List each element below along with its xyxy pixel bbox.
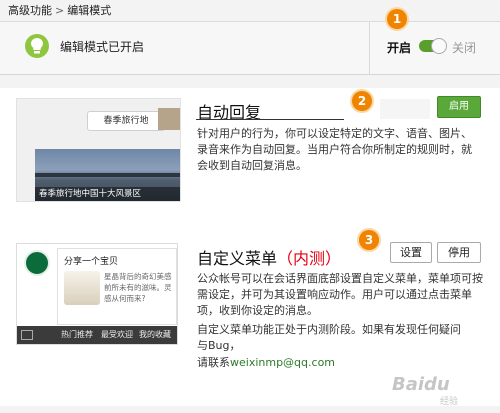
preview-menu-item: 我的收藏 bbox=[139, 330, 171, 339]
watermark-logo: Baidu bbox=[392, 374, 450, 395]
toggle-on-label[interactable]: 开启 bbox=[387, 39, 411, 56]
input-placeholder-box bbox=[380, 99, 430, 119]
custom-menu-description: 公众帐号可以在会话界面底部设置自定义菜单，菜单项可按需设定，并可为其设置响应动作… bbox=[197, 272, 483, 317]
breadcrumb-separator: > bbox=[55, 4, 65, 17]
toggle-knob[interactable] bbox=[431, 38, 447, 54]
preview-message-bubble: 春季旅行地 bbox=[87, 111, 165, 131]
watermark-subtitle: 经验 bbox=[440, 397, 459, 407]
avatar bbox=[158, 108, 180, 130]
lightbulb-icon bbox=[25, 34, 49, 58]
coffee-cup-image bbox=[64, 271, 100, 305]
preview-menu-bar: 热门推荐 最受欢迎 我的收藏 bbox=[17, 326, 177, 344]
photo-horizon bbox=[35, 173, 180, 177]
preview-photo: 春季旅行地中国十大风景区 bbox=[35, 149, 180, 201]
enable-button[interactable]: 启用 bbox=[437, 96, 481, 118]
auto-reply-description: 针对用户的行为，你可以设定特定的文字、语音、图片、录音来作为自动回复。当用户符合… bbox=[197, 127, 472, 172]
custom-menu-beta-note: 自定义菜单功能正处于内测阶段。如果有发现任何疑问与Bug， bbox=[197, 323, 461, 352]
preview-photo-caption: 春季旅行地中国十大风景区 bbox=[35, 187, 180, 201]
step-badge-1: 1 bbox=[387, 9, 407, 29]
step-badge-2: 2 bbox=[352, 91, 372, 111]
title-underline bbox=[196, 119, 344, 120]
contact-prefix: 请联系 bbox=[197, 356, 230, 369]
step-badge-3: 3 bbox=[359, 230, 379, 250]
preview-card-title: 分享一个宝贝 bbox=[64, 257, 119, 267]
custom-menu-preview: 分享一个宝贝 星晶背后的奇幻美感前所未有的滋味。灵感从何而来? 热门推荐 最受欢… bbox=[16, 243, 178, 345]
settings-button[interactable]: 设置 bbox=[390, 242, 432, 263]
beta-note: （内测） bbox=[277, 249, 342, 268]
disable-button[interactable]: 停用 bbox=[437, 242, 481, 263]
contact-line: 请联系weixinmp@qq.com bbox=[197, 355, 467, 371]
starbucks-logo bbox=[24, 250, 50, 276]
auto-reply-preview: 春季旅行地 春季旅行地中国十大风景区 bbox=[16, 98, 181, 202]
breadcrumb-parent-link[interactable]: 高级功能 bbox=[8, 4, 52, 17]
custom-menu-title: 自定义菜单（内测） bbox=[197, 245, 341, 269]
keyboard-icon bbox=[21, 330, 33, 340]
contact-email-link[interactable]: weixinmp@qq.com bbox=[230, 356, 335, 369]
preview-card-text: 星晶背后的奇幻美感前所未有的滋味。灵感从何而来? bbox=[104, 272, 172, 303]
preview-article-card: 分享一个宝贝 星晶背后的奇幻美感前所未有的滋味。灵感从何而来? bbox=[57, 248, 177, 325]
breadcrumb-current: 编辑模式 bbox=[67, 4, 112, 17]
divider bbox=[369, 22, 370, 74]
edit-mode-toggle[interactable] bbox=[419, 38, 447, 54]
breadcrumb: 高级功能 > 编辑模式 bbox=[0, 0, 500, 22]
toggle-off-label[interactable]: 关闭 bbox=[452, 39, 476, 56]
edit-mode-bar: 编辑模式已开启 开启 关闭 bbox=[0, 22, 500, 75]
preview-menu-item: 最受欢迎 bbox=[101, 330, 133, 339]
preview-menu-item: 热门推荐 bbox=[61, 330, 93, 339]
custom-menu-title-text: 自定义菜单 bbox=[197, 249, 278, 268]
baidu-watermark: Baidu 经验 bbox=[392, 372, 496, 408]
edit-mode-status: 编辑模式已开启 bbox=[60, 40, 145, 54]
